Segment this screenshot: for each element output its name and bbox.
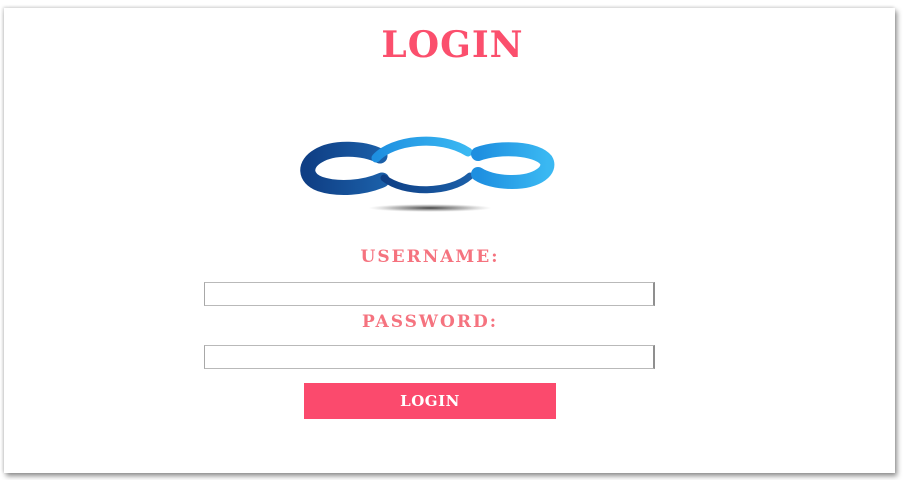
cloud-logo-icon xyxy=(300,136,555,212)
password-field[interactable] xyxy=(204,345,655,369)
username-label: USERNAME: xyxy=(360,247,500,267)
login-button[interactable]: LOGIN xyxy=(304,383,556,419)
username-field[interactable] xyxy=(204,282,655,306)
password-label: PASSWORD: xyxy=(362,312,498,332)
page-title: LOGIN xyxy=(381,24,524,66)
